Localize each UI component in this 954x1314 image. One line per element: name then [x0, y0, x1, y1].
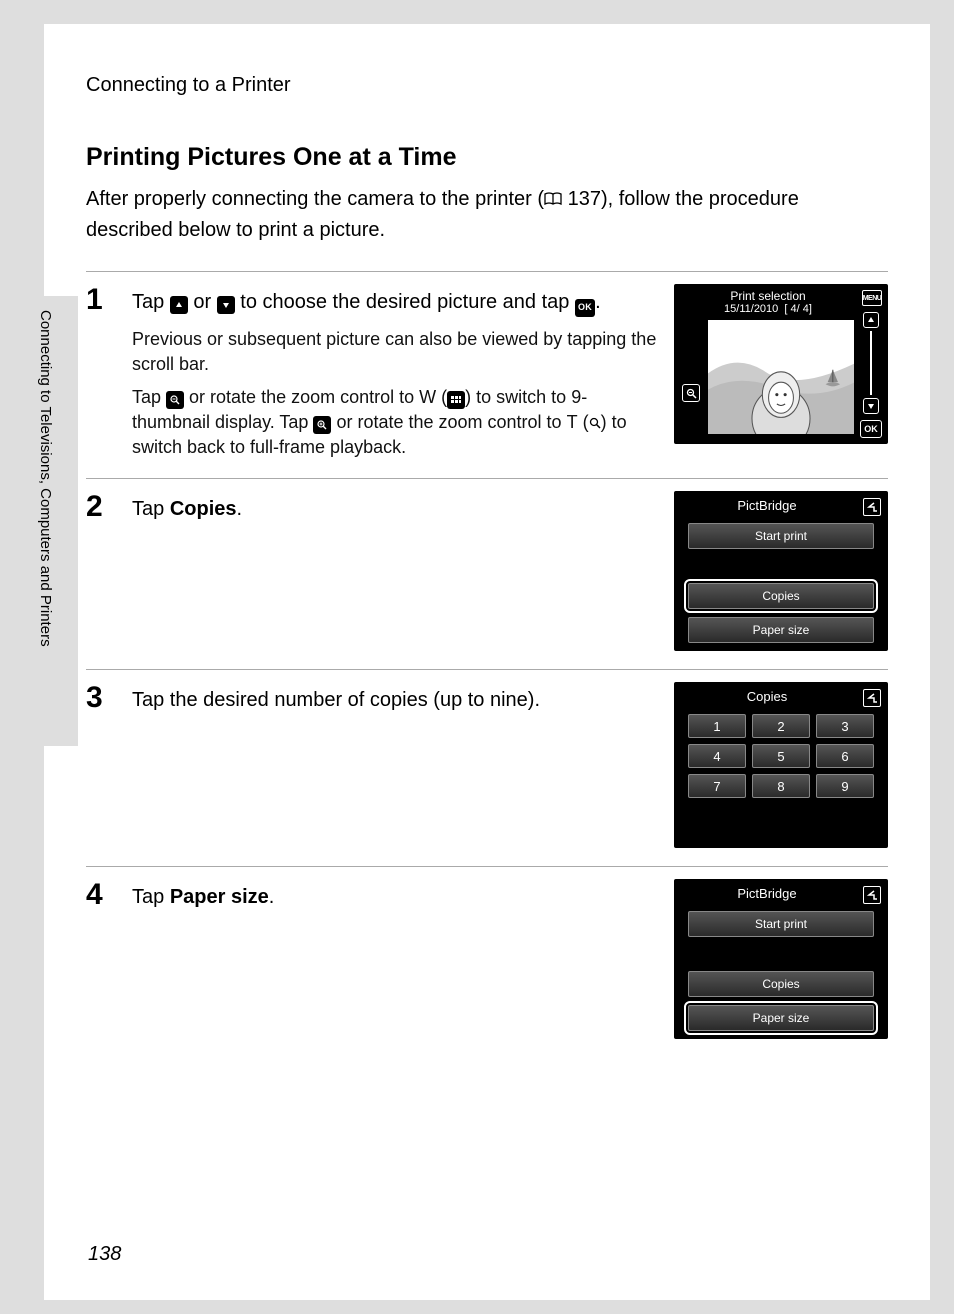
page-number: 138 [88, 1243, 121, 1266]
text: . [237, 498, 243, 520]
thumbnail-grid-icon [447, 391, 465, 409]
text: Tap [132, 498, 170, 520]
scroll-down-button[interactable] [863, 398, 879, 414]
step-3: 3 Tap the desired number of copies (up t… [86, 669, 888, 866]
copies-button[interactable]: Copies [688, 971, 874, 997]
step-headline: Tap the desired number of copies (up to … [132, 686, 658, 714]
zoom-out-button[interactable] [682, 384, 700, 402]
step-detail-2: Tap or rotate the zoom control to W () t… [132, 385, 658, 461]
copies-label: Copies [170, 498, 237, 520]
step-detail-1: Previous or subsequent picture can also … [132, 327, 658, 377]
screen-date-line: 15/11/2010 [ 4/ 4] [674, 303, 888, 315]
step-headline: Tap or to choose the desired picture and… [132, 288, 658, 317]
steps-list: 1 Tap or to choose the desired picture a… [86, 271, 888, 1057]
numpad: 1 2 3 4 5 6 7 8 9 [688, 714, 874, 798]
step-number: 4 [86, 879, 116, 911]
text: . [269, 886, 275, 908]
magnifier-outline-icon [589, 417, 601, 429]
numpad-1[interactable]: 1 [688, 714, 746, 738]
text: ( [578, 412, 589, 432]
photo-preview [708, 320, 854, 434]
numpad-9[interactable]: 9 [816, 774, 874, 798]
zoom-in-icon [313, 416, 331, 434]
intro-paragraph: After properly connecting the camera to … [86, 184, 888, 245]
text: ( [436, 387, 447, 407]
start-print-button[interactable]: Start print [688, 523, 874, 549]
screen-counter: [ 4/ 4] [784, 303, 812, 315]
screen-print-selection: Print selection 15/11/2010 [ 4/ 4] MENU … [674, 284, 888, 444]
ok-icon: OK [575, 299, 595, 317]
numpad-8[interactable]: 8 [752, 774, 810, 798]
section-title: Printing Pictures One at a Time [86, 143, 888, 172]
step-headline: Tap Copies. [132, 495, 658, 523]
zoom-out-icon [166, 391, 184, 409]
screen-title: PictBridge [674, 879, 888, 911]
step-number: 1 [86, 284, 116, 316]
numpad-5[interactable]: 5 [752, 744, 810, 768]
numpad-7[interactable]: 7 [688, 774, 746, 798]
step-body: Tap Copies. [132, 491, 658, 523]
screen-date: 15/11/2010 [724, 303, 778, 315]
numpad-4[interactable]: 4 [688, 744, 746, 768]
screen-pictbridge-papersize: PictBridge Start print Copies Paper size [674, 879, 888, 1039]
wide-symbol: W [419, 387, 436, 407]
back-button[interactable] [863, 886, 881, 904]
scroll-up-button[interactable] [863, 312, 879, 328]
numpad-3[interactable]: 3 [816, 714, 874, 738]
screen-copies-numpad: Copies 1 2 3 4 5 6 7 8 9 [674, 682, 888, 848]
text: or rotate the zoom control to [331, 412, 566, 432]
text: to choose the desired picture and tap [235, 291, 575, 313]
scrollbar[interactable] [863, 312, 879, 414]
step-body: Tap or to choose the desired picture and… [132, 284, 658, 460]
paper-size-label: Paper size [170, 886, 269, 908]
menu-button[interactable]: MENU [862, 290, 882, 306]
text: . [595, 291, 601, 313]
numpad-6[interactable]: 6 [816, 744, 874, 768]
text: Tap [132, 387, 166, 407]
page-header: Connecting to a Printer [86, 74, 888, 97]
back-button[interactable] [863, 498, 881, 516]
start-print-button[interactable]: Start print [688, 911, 874, 937]
text: or rotate the zoom control to [184, 387, 419, 407]
up-arrow-icon [170, 296, 188, 314]
page: Connecting to Televisions, Computers and… [44, 24, 930, 1300]
intro-text-a: After properly connecting the camera to … [86, 188, 544, 210]
text: or [188, 291, 217, 313]
screen-pictbridge-copies: PictBridge Start print Copies Paper size [674, 491, 888, 651]
step-2: 2 Tap Copies. PictBridge Start print Cop… [86, 478, 888, 669]
numpad-2[interactable]: 2 [752, 714, 810, 738]
tele-symbol: T [567, 412, 578, 432]
screen-title: PictBridge [674, 491, 888, 523]
scroll-track[interactable] [870, 331, 872, 395]
intro-ref: 137 [562, 188, 601, 210]
step-body: Tap Paper size. [132, 879, 658, 911]
paper-size-button[interactable]: Paper size [688, 617, 874, 643]
step-number: 3 [86, 682, 116, 714]
text: Tap [132, 886, 170, 908]
step-number: 2 [86, 491, 116, 523]
step-4: 4 Tap Paper size. PictBridge Start print… [86, 866, 888, 1057]
back-button[interactable] [863, 689, 881, 707]
copies-button[interactable]: Copies [688, 583, 874, 609]
screen-title: Print selection [674, 284, 888, 303]
text: Tap [132, 291, 170, 313]
paper-size-button[interactable]: Paper size [688, 1005, 874, 1031]
down-arrow-icon [217, 296, 235, 314]
sidebar-section-label: Connecting to Televisions, Computers and… [37, 310, 54, 647]
screen-title: Copies [674, 682, 888, 714]
book-icon [544, 185, 562, 215]
step-headline: Tap Paper size. [132, 883, 658, 911]
step-body: Tap the desired number of copies (up to … [132, 682, 658, 714]
step-1: 1 Tap or to choose the desired picture a… [86, 271, 888, 478]
ok-button[interactable]: OK [860, 420, 882, 438]
